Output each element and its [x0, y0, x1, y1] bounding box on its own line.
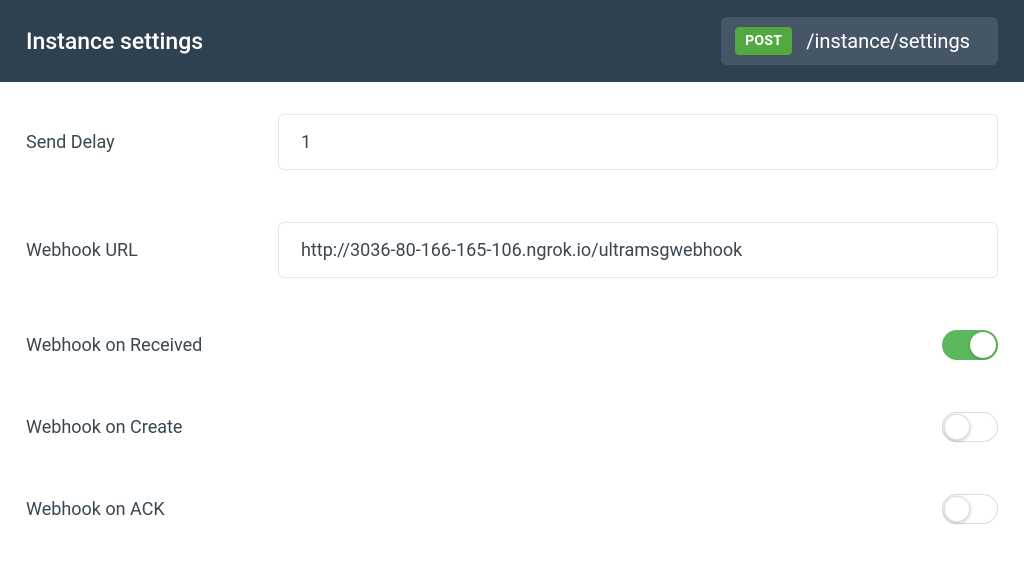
- row-webhook-create: Webhook on Create: [26, 412, 998, 442]
- toggle-webhook-received[interactable]: [942, 330, 998, 360]
- label-webhook-create: Webhook on Create: [26, 417, 278, 438]
- toggle-knob: [944, 414, 970, 440]
- label-webhook-ack: Webhook on ACK: [26, 499, 278, 520]
- label-webhook-received: Webhook on Received: [26, 335, 278, 356]
- label-send-delay: Send Delay: [26, 132, 278, 153]
- row-webhook-url: Webhook URL: [26, 222, 998, 278]
- row-webhook-received: Webhook on Received: [26, 330, 998, 360]
- page-header: Instance settings POST /instance/setting…: [0, 0, 1024, 82]
- page-title: Instance settings: [26, 28, 203, 55]
- row-webhook-ack: Webhook on ACK: [26, 494, 998, 524]
- toggle-knob: [970, 332, 996, 358]
- webhook-url-input[interactable]: [278, 222, 998, 278]
- http-method-badge: POST: [735, 27, 792, 55]
- settings-form: Send Delay Webhook URL Webhook on Receiv…: [0, 82, 1024, 524]
- endpoint-box: POST /instance/settings: [721, 17, 998, 65]
- toggle-webhook-create[interactable]: [942, 412, 998, 442]
- row-send-delay: Send Delay: [26, 114, 998, 170]
- endpoint-path: /instance/settings: [806, 29, 970, 53]
- send-delay-input[interactable]: [278, 114, 998, 170]
- toggle-webhook-ack[interactable]: [942, 494, 998, 524]
- label-webhook-url: Webhook URL: [26, 240, 278, 261]
- toggle-knob: [944, 496, 970, 522]
